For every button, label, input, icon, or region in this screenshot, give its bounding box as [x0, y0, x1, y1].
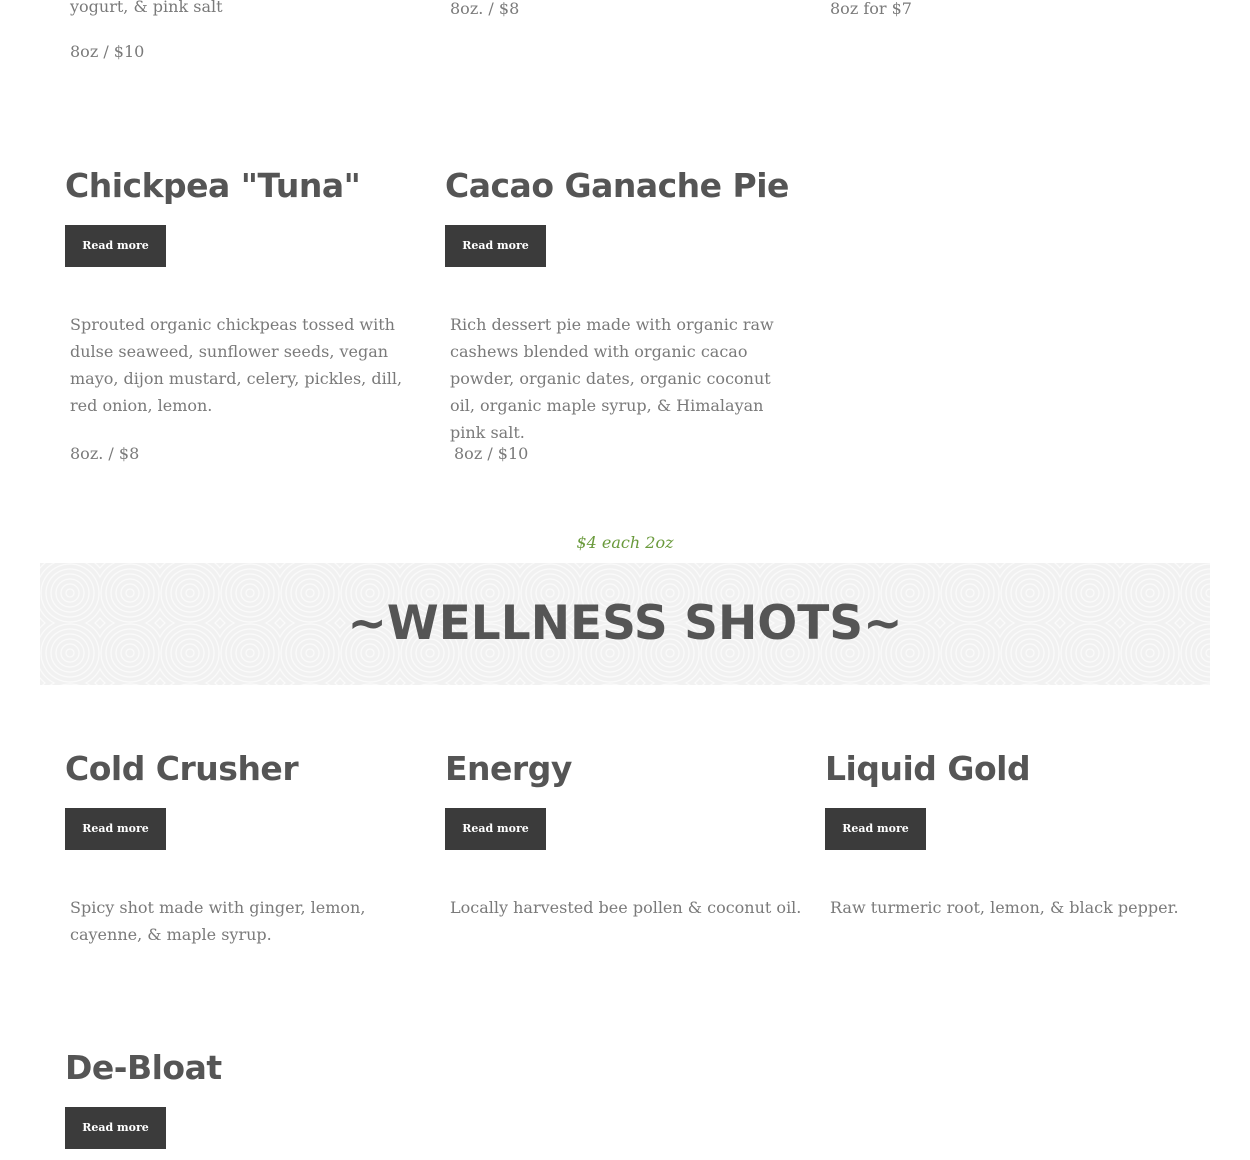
menu-item-description: Spicy shot made with ginger, lemon, caye… [70, 898, 366, 944]
read-more-button[interactable]: Read more [445, 225, 546, 267]
menu-item-description: Sprouted organic chickpeas tossed with d… [70, 315, 403, 415]
read-more-button[interactable]: Read more [825, 808, 926, 850]
section-banner: ~WELLNESS SHOTS~ [40, 563, 1210, 685]
shots-price-note: $4 each 2oz [576, 533, 674, 552]
menu-item-title: De-Bloat [65, 1048, 222, 1087]
menu-item-title: Liquid Gold [825, 749, 1031, 788]
menu-item-price: 8oz. / $8 [70, 444, 140, 463]
menu-item-description: Rich dessert pie made with organic raw c… [450, 315, 774, 442]
read-more-button[interactable]: Read more [65, 808, 166, 850]
item-price: 8oz. / $8 [450, 0, 520, 18]
menu-item-description: Raw turmeric root, lemon, & black pepper… [830, 898, 1179, 917]
menu-item-title: Cold Crusher [65, 749, 299, 788]
read-more-button[interactable]: Read more [445, 808, 546, 850]
menu-item-title: Energy [445, 749, 572, 788]
item-description-partial: yogurt, & pink salt [70, 0, 223, 16]
menu-item-title: Chickpea "Tuna" [65, 166, 361, 205]
item-price: 8oz for $7 [830, 0, 912, 18]
menu-item-title: Cacao Ganache Pie [445, 166, 789, 205]
item-price: 8oz / $10 [70, 42, 145, 61]
menu-item-price: 8oz / $10 [454, 444, 529, 463]
read-more-button[interactable]: Read more [65, 225, 166, 267]
menu-item-description: Locally harvested bee pollen & coconut o… [450, 898, 802, 917]
section-heading: ~WELLNESS SHOTS~ [347, 596, 903, 651]
read-more-button[interactable]: Read more [65, 1107, 166, 1149]
